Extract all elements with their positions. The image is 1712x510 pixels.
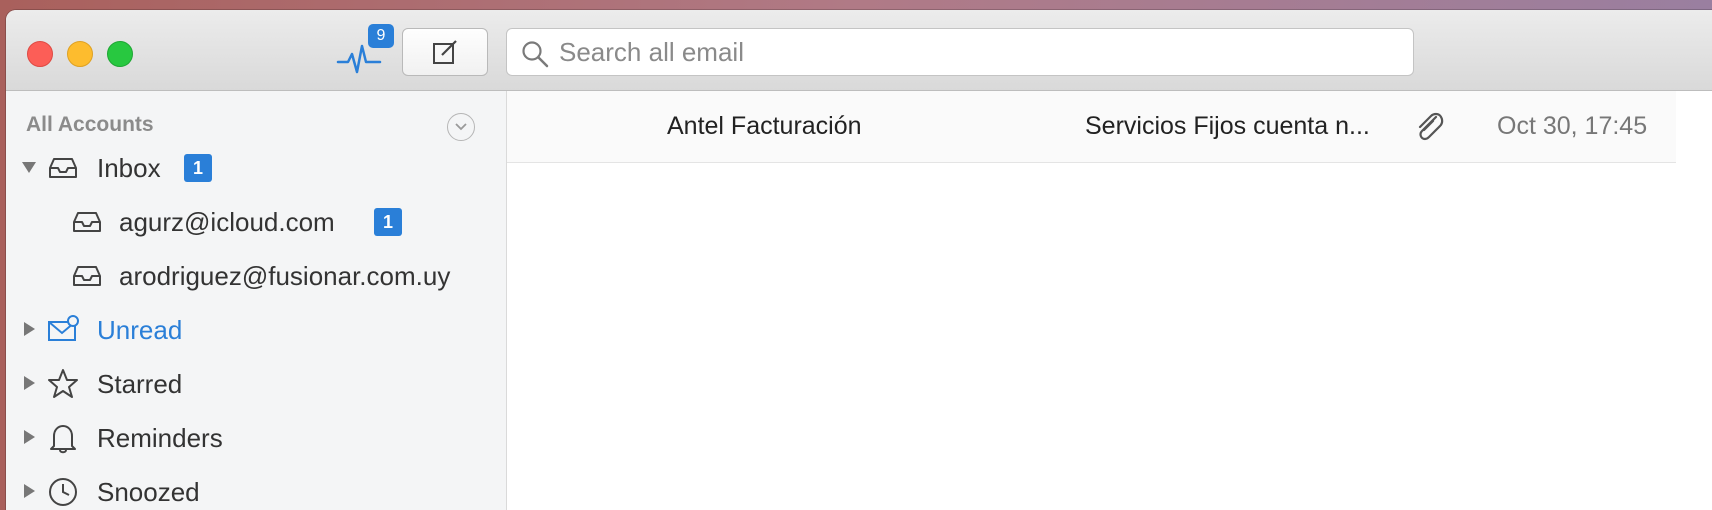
sidebar-item-label: arodriguez@fusionar.com.uy xyxy=(119,261,451,291)
unread-count-badge: 1 xyxy=(374,208,402,236)
attachment-icon xyxy=(1418,112,1444,141)
star-icon xyxy=(48,369,78,398)
sidebar-item-snoozed[interactable]: Snoozed xyxy=(6,470,506,510)
message-list: Antel Facturación Servicios Fijos cuenta… xyxy=(507,91,1712,510)
close-window-button[interactable] xyxy=(27,41,53,67)
disclosure-triangle-expanded-icon[interactable] xyxy=(20,158,38,176)
clock-icon xyxy=(49,478,77,506)
disclosure-triangle-icon[interactable] xyxy=(20,428,38,446)
toolbar: 9 Search all email xyxy=(6,10,1712,91)
bell-icon xyxy=(50,425,76,454)
sidebar-item-label: Snoozed xyxy=(97,477,200,507)
search-icon xyxy=(522,41,549,68)
message-date: Oct 30, 17:45 xyxy=(1497,112,1648,140)
sidebar-item-reminders[interactable]: Reminders xyxy=(6,416,506,460)
disclosure-triangle-icon[interactable] xyxy=(20,320,38,338)
minimize-window-button[interactable] xyxy=(67,41,93,67)
unread-mail-icon xyxy=(48,315,79,341)
sidebar-item-starred[interactable]: Starred xyxy=(6,362,506,406)
disclosure-triangle-icon[interactable] xyxy=(20,482,38,500)
sidebar-header: All Accounts xyxy=(26,113,154,136)
sidebar-item-account-fusionar[interactable]: arodriguez@fusionar.com.uy xyxy=(6,254,506,298)
inbox-icon xyxy=(73,212,101,232)
sidebar-item-label: Starred xyxy=(97,369,183,399)
mail-window: 9 Search all email All Accounts Inbox 1 … xyxy=(6,10,1712,510)
message-subject: Servicios Fijos cuenta n... xyxy=(1085,112,1370,140)
sidebar-item-account-icloud[interactable]: agurz@icloud.com 1 xyxy=(6,200,506,244)
unread-count-badge: 1 xyxy=(184,154,212,182)
sidebar-item-inbox[interactable]: Inbox 1 xyxy=(6,146,506,190)
search-input[interactable]: Search all email xyxy=(559,29,744,75)
message-row[interactable]: Antel Facturación Servicios Fijos cuenta… xyxy=(507,91,1676,163)
sidebar-item-label: agurz@icloud.com xyxy=(119,207,335,237)
inbox-icon xyxy=(49,158,77,178)
message-sender: Antel Facturación xyxy=(667,112,862,140)
activity-badge: 9 xyxy=(368,24,394,48)
compose-button[interactable] xyxy=(402,28,488,76)
sidebar-item-label: Reminders xyxy=(97,423,223,453)
sidebar-item-label: Unread xyxy=(97,315,183,345)
inbox-icon xyxy=(73,266,101,286)
sidebar-item-unread[interactable]: Unread xyxy=(6,308,506,352)
zoom-window-button[interactable] xyxy=(107,41,133,67)
search-field[interactable]: Search all email xyxy=(506,28,1414,76)
compose-icon xyxy=(433,40,457,64)
collapse-accounts-button[interactable] xyxy=(447,113,475,141)
sidebar: All Accounts Inbox 1 agurz@icloud.com 1 … xyxy=(6,91,507,510)
sidebar-item-label: Inbox xyxy=(97,153,161,183)
chevron-down-icon xyxy=(455,123,467,131)
disclosure-triangle-icon[interactable] xyxy=(20,374,38,392)
